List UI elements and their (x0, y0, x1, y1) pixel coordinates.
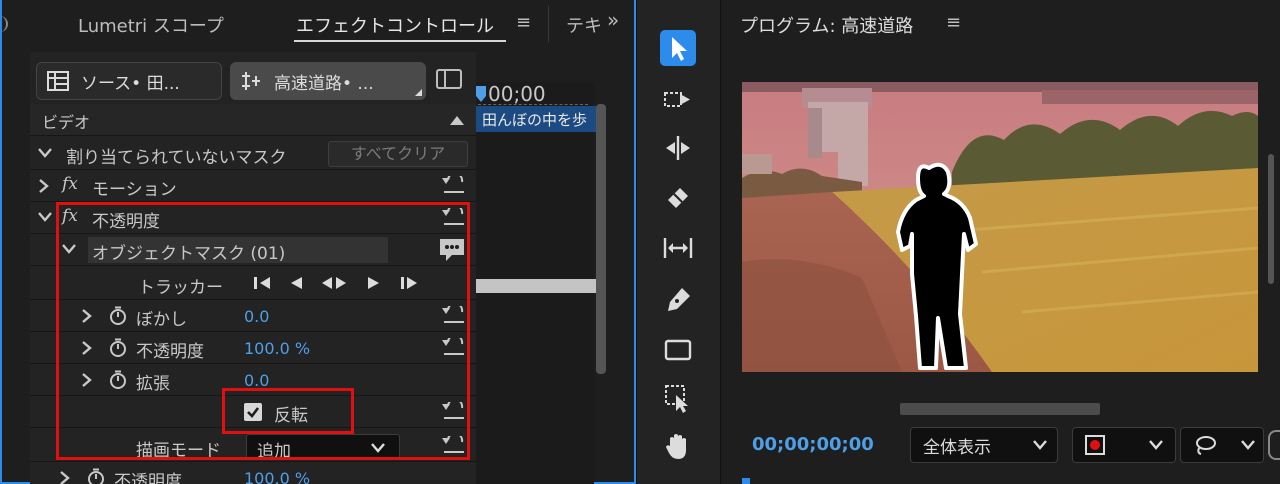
tab-effect-controls[interactable]: エフェクトコントロール (296, 12, 494, 38)
zoom-select[interactable]: 全体表示 (910, 427, 1058, 463)
playhead-icon[interactable] (476, 86, 486, 104)
chevron-down-icon[interactable] (38, 148, 52, 158)
unassigned-masks-row: 割り当てられていないマスク すべてクリア (30, 138, 476, 170)
program-playhead[interactable] (742, 478, 750, 484)
chevron-right-icon[interactable] (39, 179, 49, 193)
invert-highlight-box (222, 388, 354, 434)
collapse-up-icon[interactable] (450, 115, 464, 125)
program-vertical-scrollbar[interactable] (1268, 154, 1274, 284)
timeline-clip[interactable]: 田んぼの中を歩 (476, 106, 596, 132)
clip-grid-icon (47, 71, 69, 91)
chevron-down-icon (1241, 440, 1255, 450)
corner-dropdown-icon (415, 89, 422, 96)
overflow-tabs-icon[interactable]: » (607, 8, 619, 32)
track-select-icon (664, 92, 690, 107)
hand-icon (666, 434, 686, 459)
zoom-value: 全体表示 (923, 437, 991, 458)
sequence-clip-label: 高速道路• ... (274, 73, 374, 94)
tab-text[interactable]: テキ (566, 12, 602, 38)
chevron-right-icon[interactable] (60, 471, 70, 484)
source-clip-label: ソース• 田... (81, 73, 180, 94)
lasso-icon (1196, 436, 1216, 455)
video-header-row: ビデオ (30, 104, 476, 136)
effect-controls-scrollbar[interactable] (596, 104, 606, 374)
program-horizontal-scrollbar[interactable] (900, 403, 1100, 415)
pen-icon (668, 288, 690, 311)
opacity2-value[interactable]: 100.0 % (244, 469, 310, 484)
unassigned-masks-label: 割り当てられていないマスク (66, 148, 287, 168)
opacity2-row: 不透明度 100.0 % (30, 462, 476, 484)
chevron-down-icon (1033, 440, 1047, 450)
slip-icon (663, 238, 693, 258)
arrow-cursor-icon (672, 37, 687, 61)
razor-icon (668, 188, 688, 208)
chevron-down-icon[interactable] (38, 212, 52, 222)
toggle-timeline-icon[interactable] (436, 68, 462, 90)
track-select-tool[interactable] (660, 82, 696, 118)
motion-label: モーション (92, 180, 177, 200)
mini-timecode: 00;00 (488, 82, 546, 106)
pen-tool[interactable] (660, 282, 696, 318)
panel-menu-icon[interactable]: ≡ (516, 12, 531, 33)
program-timecode[interactable]: 00;00;00;00 (752, 434, 874, 455)
sequence-icon (242, 72, 260, 90)
video-image (742, 82, 1258, 372)
ripple-edit-icon (666, 136, 690, 160)
razor-tool[interactable] (660, 180, 696, 216)
stopwatch-icon[interactable] (86, 468, 106, 484)
mask-track-bar (476, 279, 596, 293)
active-tab-indicator (294, 40, 506, 42)
rectangle-icon (664, 339, 692, 361)
slip-tool[interactable] (660, 230, 696, 266)
source-clip-button[interactable]: ソース• 田... (36, 62, 222, 100)
hand-select-tool[interactable] (660, 380, 696, 416)
frame-select-icon (665, 385, 688, 413)
selection-tool[interactable] (660, 30, 696, 66)
reset-icon[interactable] (440, 176, 466, 196)
tab-lumetri-scopes[interactable]: Lumetri スコープ (78, 12, 224, 38)
motion-effect-row: fx モーション (30, 170, 476, 202)
playback-resolution-select[interactable] (1072, 427, 1176, 463)
sequence-clip-button[interactable]: 高速道路• ... (230, 62, 426, 100)
ripple-edit-tool[interactable] (660, 130, 696, 166)
hand-tool[interactable] (660, 428, 696, 464)
video-header: ビデオ (42, 113, 91, 132)
tab-divider (548, 6, 549, 42)
lasso-options-select[interactable] (1180, 427, 1264, 463)
rectangle-tool[interactable] (660, 332, 696, 368)
program-monitor-title[interactable]: プログラム: 高速道路 (740, 12, 913, 38)
fx-badge[interactable]: fx (62, 174, 78, 194)
partial-control-edge (1268, 430, 1280, 460)
video-frame[interactable] (742, 82, 1258, 372)
record-icon (1085, 435, 1105, 455)
clear-all-button[interactable]: すべてクリア (328, 141, 468, 167)
chevron-down-icon (1149, 440, 1163, 450)
program-menu-icon[interactable]: ≡ (946, 12, 961, 33)
opacity2-label: 不透明度 (114, 472, 182, 484)
